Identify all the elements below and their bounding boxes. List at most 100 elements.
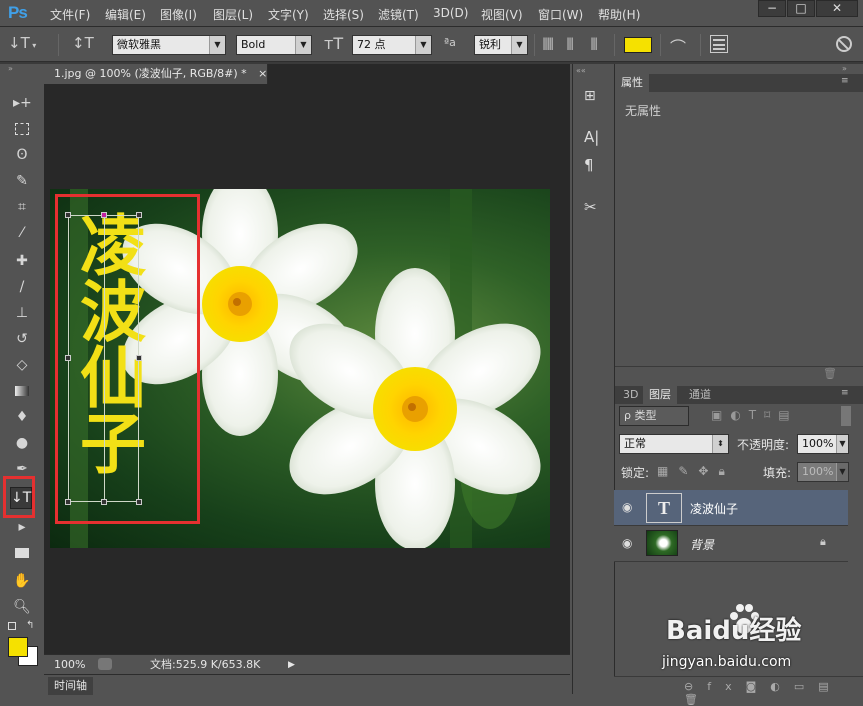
tool-preset-picker[interactable]: ↓T ▾ <box>8 32 48 54</box>
filter-icons[interactable]: ▣◐T⌑▤ <box>711 408 798 422</box>
opacity-label: 不透明度: <box>737 438 790 452</box>
visibility-eye-icon[interactable]: ◉ <box>622 536 632 550</box>
layer-name[interactable]: 凌波仙子 <box>690 500 738 517</box>
timeline-panel: 时间轴 <box>44 674 570 696</box>
fill-input[interactable]: 100% ▼ <box>797 462 849 482</box>
lasso-tool-icon[interactable]: ʘ <box>13 146 31 164</box>
properties-empty-text: 无属性 <box>625 104 662 118</box>
status-menu-arrow-icon[interactable]: ▶ <box>288 656 295 674</box>
lock-icon: 🔒︎ <box>820 535 826 548</box>
chevron-down-icon: ▼ <box>295 36 311 54</box>
photoshop-logo: Ps <box>8 3 28 22</box>
rectangle-tool-icon[interactable] <box>13 544 31 562</box>
swap-colors-icon[interactable]: ↰ <box>26 620 34 631</box>
opacity-input[interactable]: 100% ▼ <box>797 434 849 454</box>
font-size-select[interactable]: 72 点 ▼ <box>352 35 432 55</box>
character-panel-icon[interactable] <box>710 35 728 53</box>
crop-tool-icon[interactable]: ⌗ <box>13 198 31 216</box>
eyedropper-tool-icon[interactable]: ⁄ <box>13 224 31 242</box>
fill-label: 填充: <box>763 466 792 480</box>
warp-text-icon[interactable]: ⌒ <box>670 34 690 57</box>
gradient-tool-icon[interactable] <box>13 382 31 400</box>
blend-mode-select[interactable]: 正常 ⬍ <box>619 434 729 454</box>
timeline-tab[interactable]: 时间轴 <box>48 677 93 695</box>
layer-row[interactable]: ◉ T 凌波仙子 <box>614 490 848 526</box>
align-top-icon[interactable]: ||||| <box>542 36 560 54</box>
move-tool-icon[interactable]: ▸+ <box>13 94 32 112</box>
layer-filter-select[interactable]: ρ 类型 <box>619 406 689 426</box>
paragraph-icon[interactable]: ¶ <box>584 156 606 176</box>
menu-window[interactable]: 窗口(W) <box>538 6 583 23</box>
menu-edit[interactable]: 编辑(E) <box>105 6 146 23</box>
blur-tool-icon[interactable]: ♦ <box>13 408 31 426</box>
background-layer-thumbnail <box>646 530 678 556</box>
vertical-type-tool-icon[interactable]: ↓T <box>10 487 32 509</box>
collapse-dock-icon[interactable]: «« <box>576 66 586 75</box>
healing-brush-tool-icon[interactable]: ✚ <box>13 252 31 270</box>
lock-icons[interactable]: ▦✎✥🔒︎ <box>657 464 735 479</box>
panel-menu-icon[interactable]: ≡ <box>841 76 849 86</box>
history-panel-icon[interactable]: ⊞ <box>584 88 606 108</box>
menu-3d[interactable]: 3D(D) <box>433 6 468 20</box>
chevron-down-icon: ▼ <box>209 36 225 54</box>
history-brush-tool-icon[interactable]: ↺ <box>13 330 31 348</box>
watermark-brand: Baidu经验 <box>666 604 856 654</box>
properties-panel: 属性 ≡ 无属性 🗑︎ <box>614 64 863 384</box>
menu-layer[interactable]: 图层(L) <box>213 6 253 23</box>
layers-footer: ⊖fx◙◐▭▤🗑︎ <box>614 676 863 706</box>
font-size-icon: ᴛT <box>324 34 344 53</box>
restore-button[interactable]: □ <box>787 0 815 17</box>
watermark-url: jingyan.baidu.com <box>662 654 792 670</box>
dodge-tool-icon[interactable]: ● <box>13 434 31 452</box>
tab-layers[interactable]: 图层 <box>643 386 677 404</box>
zoom-tool-icon[interactable]: 🔍︎ <box>13 598 31 616</box>
default-colors-icon[interactable] <box>8 622 16 630</box>
minimize-button[interactable]: − <box>758 0 786 17</box>
marquee-tool-icon[interactable] <box>13 120 31 138</box>
panel-menu-icon[interactable]: ≡ <box>841 388 849 398</box>
antialias-icon: ªa <box>444 36 456 49</box>
text-color-swatch[interactable] <box>624 37 652 53</box>
menu-file[interactable]: 文件(F) <box>50 6 90 23</box>
toggle-orientation-icon[interactable]: ↕T <box>72 34 94 54</box>
path-selection-tool-icon[interactable]: ▸ <box>13 518 31 536</box>
menu-bar: Ps 文件(F) 编辑(E) 图像(I) 图层(L) 文字(Y) 选择(S) 滤… <box>0 0 863 27</box>
tab-channels[interactable]: 通道 <box>689 386 711 404</box>
brush-tool-icon[interactable]: / <box>13 278 31 296</box>
layer-actions-icons[interactable]: ⊖fx◙◐▭▤🗑︎ <box>684 680 863 706</box>
close-window-button[interactable]: ✕ <box>816 0 858 17</box>
close-tab-icon[interactable]: × <box>258 67 267 80</box>
antialias-select[interactable]: 锐利 ▼ <box>474 35 528 55</box>
menu-filter[interactable]: 滤镜(T) <box>378 6 419 23</box>
document-size-info: 文档:525.9 K/653.8K <box>150 658 261 671</box>
visibility-eye-icon[interactable]: ◉ <box>622 500 632 514</box>
filter-toggle[interactable] <box>841 406 851 426</box>
clone-stamp-tool-icon[interactable]: ⊥ <box>13 304 31 322</box>
cancel-icon[interactable] <box>836 36 852 52</box>
menu-image[interactable]: 图像(I) <box>160 6 197 23</box>
foreground-color-swatch[interactable] <box>8 637 28 657</box>
trash-icon[interactable]: 🗑︎ <box>823 367 837 380</box>
layer-name[interactable]: 背景 <box>690 536 714 553</box>
zoom-level[interactable]: 100% <box>54 656 85 674</box>
font-style-select[interactable]: Bold ▼ <box>236 35 312 55</box>
tab-3d[interactable]: 3D <box>623 386 638 404</box>
layer-row[interactable]: ◉ 背景 🔒︎ <box>614 526 848 562</box>
share-icon[interactable] <box>98 658 112 670</box>
eraser-tool-icon[interactable]: ◇ <box>13 356 31 374</box>
document-tab[interactable]: 1.jpg @ 100% (凌波仙子, RGB/8#) * × <box>44 64 268 84</box>
menu-type[interactable]: 文字(Y) <box>268 6 309 23</box>
tab-properties[interactable]: 属性 <box>615 74 649 92</box>
quick-select-tool-icon[interactable]: ✎ <box>13 172 31 190</box>
menu-view[interactable]: 视图(V) <box>481 6 523 23</box>
collapse-panels-icon[interactable]: » <box>842 64 847 73</box>
menu-select[interactable]: 选择(S) <box>323 6 364 23</box>
align-center-icon[interactable]: ||| <box>566 36 584 54</box>
font-family-select[interactable]: 微软雅黑 ▼ <box>112 35 226 55</box>
align-bottom-icon[interactable]: ||| <box>590 36 608 54</box>
tool-presets-icon[interactable]: ✂ <box>584 198 606 218</box>
character-icon[interactable]: A| <box>584 128 606 148</box>
collapse-toolbox-icon[interactable]: » <box>0 64 44 74</box>
menu-help[interactable]: 帮助(H) <box>598 6 640 23</box>
hand-tool-icon[interactable]: ✋ <box>13 572 31 590</box>
